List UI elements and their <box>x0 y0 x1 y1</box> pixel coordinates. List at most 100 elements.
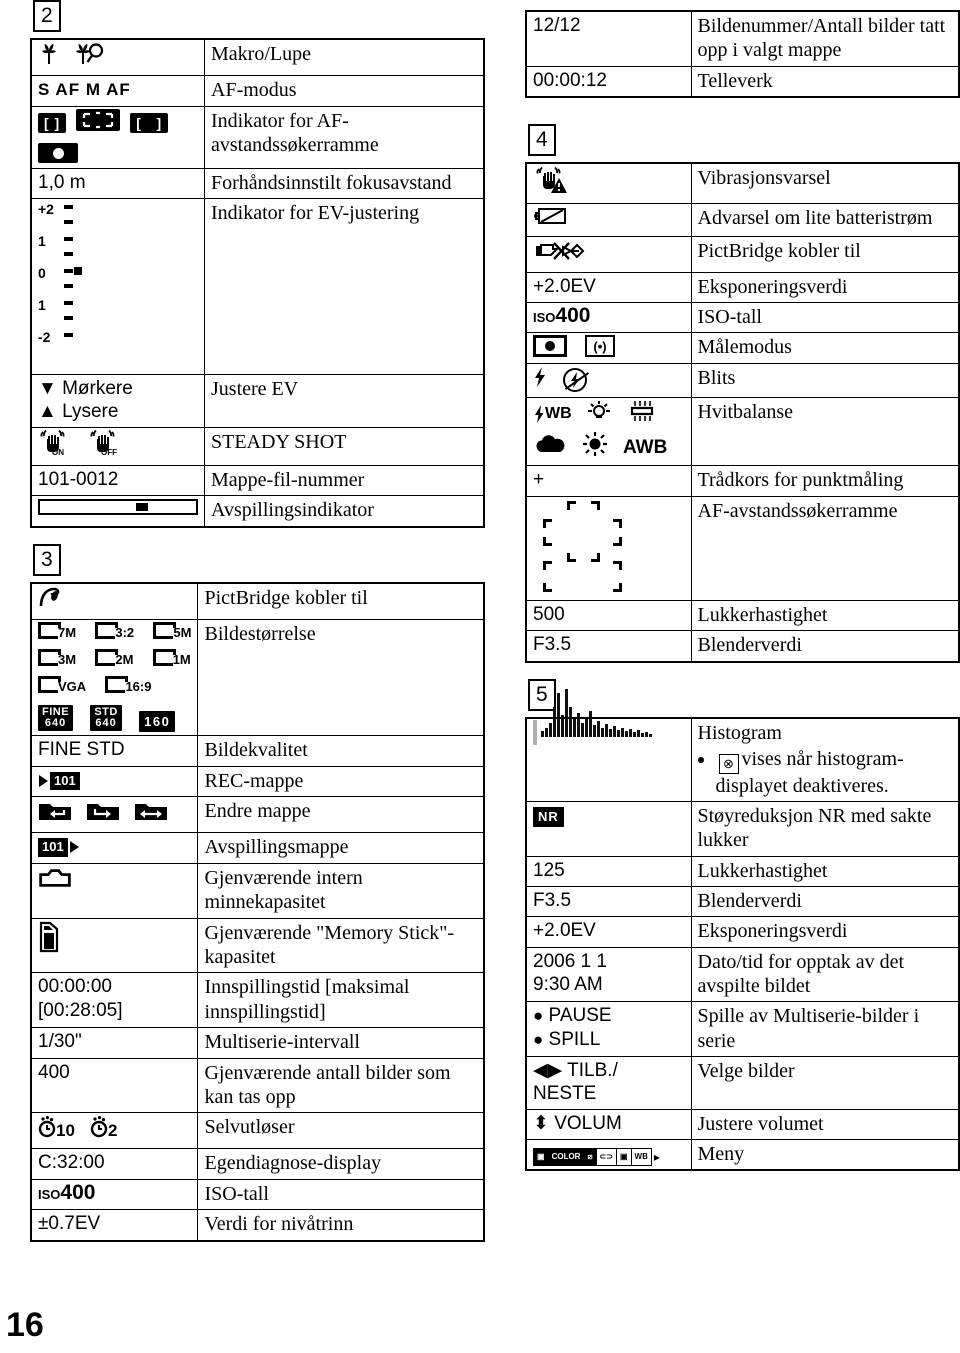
symbol-cell <box>525 235 692 273</box>
self-timer-icons: 10 2 <box>38 1115 191 1145</box>
description-cell: Eksponeringsverdi <box>690 916 960 948</box>
folder-back-icon <box>38 799 72 829</box>
menu-arrow-icon: ▸ <box>653 1149 660 1164</box>
symbol-cell <box>30 796 199 834</box>
description-cell: Telleverk <box>690 65 960 98</box>
description-cell: Spille av Multiserie-bilder i serie <box>690 1001 960 1058</box>
section-5-table: Histogram ⊗vises når histogram-displayet… <box>525 688 960 1172</box>
symbol-cell: 2006 1 1 9:30 AM <box>525 946 692 1003</box>
table-row: 7M 3:2 5M 3M 2M 1M VGA 16:9 FINE 640 STD… <box>30 618 485 737</box>
symbol-cell <box>525 495 692 601</box>
svg-text:10: 10 <box>56 1121 75 1139</box>
description-cell: ISO-tall <box>690 302 960 334</box>
flash-icons <box>533 366 685 394</box>
symbol-cell: +2.0EV <box>525 271 692 304</box>
histogram-thumbnail-icon <box>533 688 652 745</box>
table-row: AF-avstandssøkerramme <box>525 495 960 601</box>
symbol-cell: ▣ COLOR ⧄ ⊂⊃ ▣ WB ▸ <box>525 1138 692 1171</box>
symbol-cell: ▼ Mørkere ▲ Lysere <box>30 374 205 428</box>
white-balance-row-2: AWB <box>533 432 685 462</box>
table-row: Avspillingsindikator <box>30 495 485 528</box>
capture-date: 2006 1 1 <box>533 950 607 972</box>
section-number-3: 3 <box>33 543 61 576</box>
wb-cloudy-icon <box>533 434 567 460</box>
steady-shot-icons: ON OFF <box>38 429 198 462</box>
table-row: +2.0EV Eksponeringsverdi <box>525 916 960 948</box>
next-label: NESTE <box>533 1083 597 1105</box>
histogram-off-icon: ⊗ <box>718 753 739 774</box>
table-row: 10 2 Selvutløser <box>30 1112 485 1150</box>
description-cell: Justere volumet <box>690 1108 960 1140</box>
symbol-cell: 400 <box>30 1057 199 1114</box>
table-row: ISO400 ISO-tall <box>525 302 960 334</box>
movie-size-row: FINE 640 STD 640 160 <box>38 705 191 733</box>
description-cell: Bildekvalitet <box>197 735 485 767</box>
table-row: C:32:00 Egendiagnose-display <box>30 1148 485 1180</box>
image-size-16-9-icon: 16:9 <box>105 676 151 694</box>
symbol-cell: ● PAUSE ● SPILL <box>525 1001 692 1058</box>
symbol-cell: 00:00:12 <box>525 65 692 98</box>
description-cell: ISO-tall <box>197 1178 485 1211</box>
description-cell: Lukkerhastighet <box>690 599 960 632</box>
iso-icon: ISO400 <box>533 304 591 328</box>
table-row: 400 Gjenværende antall bilder som kan ta… <box>30 1057 485 1114</box>
symbol-cell <box>525 688 692 802</box>
image-size-2m-icon: 2M <box>95 648 133 666</box>
image-size-1m-icon: 1M <box>152 648 191 666</box>
table-row: PictBridge kobler til <box>30 582 485 620</box>
menu-item-metering: ▣ <box>617 1148 632 1165</box>
table-row: (•) Målemodus <box>525 332 960 364</box>
table-row: 2006 1 1 9:30 AM Dato/tid for opptak av … <box>525 946 960 1003</box>
symbol-cell: S AF M AF <box>30 75 205 107</box>
table-row: 101 Avspillingsmappe <box>30 832 485 864</box>
movie-size-160-icon: 160 <box>139 711 176 733</box>
af-frame-wide-icon: [ ] <box>130 112 169 133</box>
table-row: S AF M AF AF-modus <box>30 75 485 107</box>
table-row: 101-0012 Mappe-fil-nummer <box>30 464 485 497</box>
prev-next-label: ◀▶ TILB./ <box>533 1060 618 1082</box>
pictbridge-connect-icon <box>38 586 70 616</box>
table-row: 12/12 Bildenummer/Antall bilder tatt opp… <box>525 10 960 67</box>
folder-next-icon <box>86 799 120 829</box>
description-cell: Gjenværende antall bilder som kan tas op… <box>197 1057 485 1114</box>
table-row: ● PAUSE ● SPILL Spille av Multiserie-bil… <box>525 1001 960 1058</box>
ev-brighter-label: ▲ Lysere <box>38 401 119 423</box>
table-row: Gjenværende intern minnekapasitet <box>30 862 485 919</box>
symbol-cell <box>30 582 199 620</box>
symbol-cell: + <box>525 465 692 497</box>
symbol-cell: +2 1 0 1 -2 <box>30 198 205 376</box>
symbol-cell: ON OFF <box>30 426 205 466</box>
symbol-cell: ISO400 <box>30 1178 199 1211</box>
symbol-cell: F3.5 <box>525 630 692 663</box>
description-cell: Bildenummer/Antall bilder tatt opp i val… <box>690 10 960 67</box>
af-frame-dashed-icon <box>76 108 121 137</box>
symbol-cell: (•) <box>525 332 692 364</box>
symbol-cell: 101 <box>30 765 199 798</box>
af-mode-symbol: S AF M AF <box>38 80 131 100</box>
symbol-cell <box>525 162 692 205</box>
playback-bar-icon <box>38 499 198 516</box>
description-cell: Indikator for AF-avstandssøkerramme <box>204 105 485 169</box>
wb-fluorescent-icon <box>626 400 658 428</box>
image-size-vga-icon: VGA <box>38 676 86 694</box>
description-cell: Forhåndsinnstilt fokusavstand <box>204 167 485 200</box>
symbol-cell: FINE STD <box>30 735 199 767</box>
svg-text:2: 2 <box>108 1121 117 1139</box>
steady-shot-off-icon: OFF <box>88 429 126 462</box>
section-number-4: 4 <box>528 124 556 157</box>
table-row: +2 1 0 1 -2 Indikator for EV-justering <box>30 198 485 376</box>
table-row: F3.5 Blenderverdi <box>525 630 960 663</box>
white-balance-row-1: WB <box>533 400 685 428</box>
table-row: 00:00:00 [00:28:05] Innspillingstid [mak… <box>30 972 485 1029</box>
spot-metering-icon <box>533 335 567 358</box>
description-cell: Gjenværende intern minnekapasitet <box>197 862 485 919</box>
multi-metering-icon: (•) <box>585 335 615 358</box>
iso-icon: ISO400 <box>38 1180 96 1204</box>
description-cell: PictBridge kobler til <box>690 235 960 273</box>
section-4-table: Vibrasjonsvarsel Advarsel om lite batter… <box>525 162 960 663</box>
symbol-cell <box>30 862 199 919</box>
table-row: Histogram ⊗vises når histogram-displayet… <box>525 688 960 802</box>
macro-lupe-icons <box>38 42 198 72</box>
description-cell: Egendiagnose-display <box>197 1148 485 1180</box>
description-cell: Endre mappe <box>197 796 485 834</box>
